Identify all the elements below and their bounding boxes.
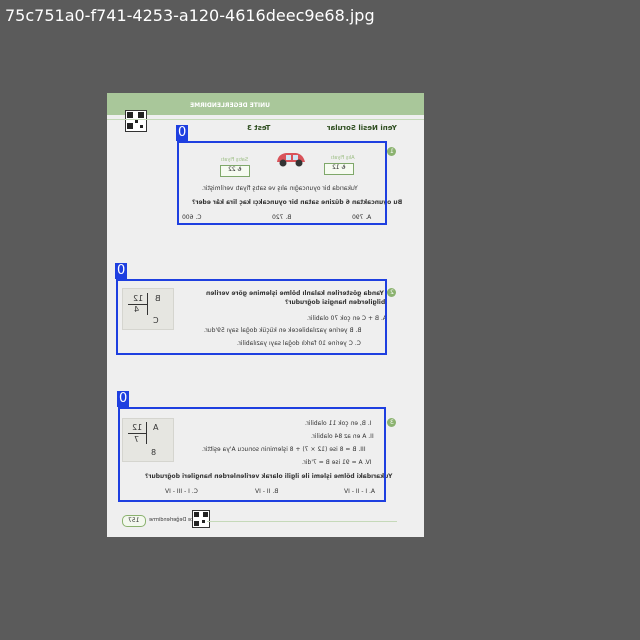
image-filename: 75c751a0-f741-4253-a120-4616deec9e68.jpg xyxy=(5,6,375,25)
question-2-number: 2 xyxy=(387,288,396,297)
qr-code-icon xyxy=(125,110,147,132)
footer-qr-code-icon xyxy=(192,510,210,528)
annotation-label-1: 0 xyxy=(176,125,189,141)
annotation-label-2: 0 xyxy=(115,263,128,279)
annotation-box-3 xyxy=(118,407,386,502)
footer-rule xyxy=(207,521,397,522)
header-rule xyxy=(107,119,424,120)
page-number-badge: 157 xyxy=(122,515,146,527)
annotation-label-3: 0 xyxy=(117,391,130,407)
question-3-number: 3 xyxy=(387,418,396,427)
section-title: Yeni Nesil Sorular xyxy=(327,124,397,132)
annotation-box-1 xyxy=(177,141,387,225)
annotation-box-2 xyxy=(116,279,387,355)
question-1-number: 1 xyxy=(387,147,396,156)
header-unit-title: ÜNİTE DEĞERLENDİRME xyxy=(190,102,270,109)
test-title: Test 3 xyxy=(247,124,271,132)
